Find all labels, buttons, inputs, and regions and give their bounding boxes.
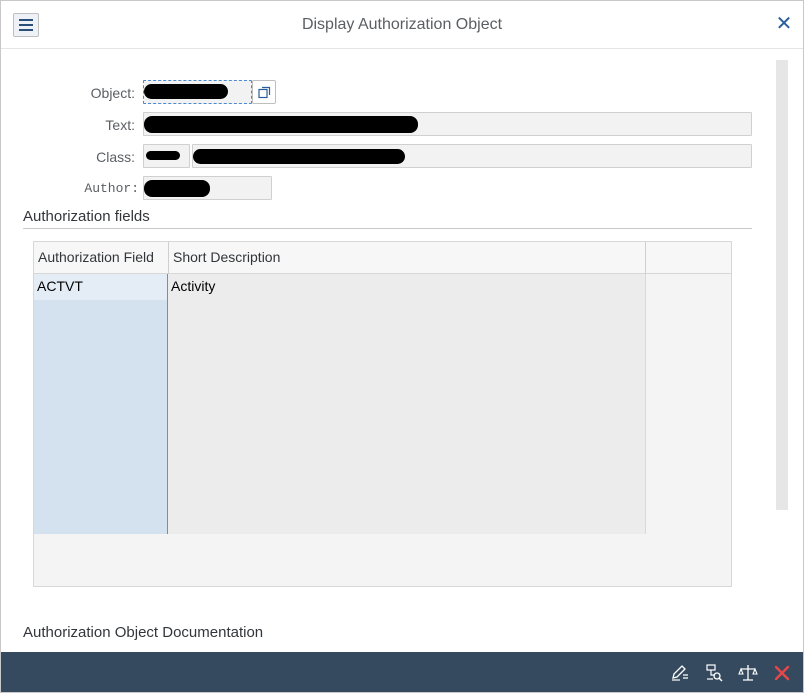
column-header-authorization-field[interactable]: Authorization Field: [34, 242, 169, 274]
author-field[interactable]: [143, 176, 272, 200]
table-header: Authorization Field Short Description: [34, 242, 731, 274]
author-label: Author:: [84, 181, 139, 196]
table-row[interactable]: [34, 482, 646, 508]
cell-short-description[interactable]: [168, 456, 646, 482]
authorization-object-dialog: Display Authorization Object ✕ Object: T…: [0, 0, 804, 693]
where-used-icon: [706, 664, 723, 682]
open-object-button[interactable]: [252, 80, 276, 104]
text-field[interactable]: [143, 112, 752, 136]
table-row[interactable]: [34, 326, 646, 352]
text-label: Text:: [105, 117, 135, 133]
class-text-field[interactable]: [192, 144, 752, 168]
cell-short-description[interactable]: [168, 508, 646, 534]
cell-authorization-field[interactable]: [34, 378, 168, 404]
table-row[interactable]: [34, 300, 646, 326]
cell-authorization-field[interactable]: [34, 300, 168, 326]
where-used-button[interactable]: [703, 662, 725, 684]
cell-short-description[interactable]: [168, 326, 646, 352]
table-row[interactable]: [34, 508, 646, 534]
dialog-content: Object: Text: Class: Author: Authorizati…: [1, 50, 773, 650]
cell-authorization-field[interactable]: [34, 508, 168, 534]
section-divider: [23, 228, 752, 229]
object-field[interactable]: [143, 80, 252, 104]
cell-short-description[interactable]: [168, 300, 646, 326]
column-header-short-description[interactable]: Short Description: [169, 242, 646, 274]
cell-authorization-field[interactable]: [34, 430, 168, 456]
compare-button[interactable]: [737, 662, 759, 684]
cell-authorization-field[interactable]: ACTVT: [34, 274, 168, 300]
cancel-button[interactable]: [771, 662, 793, 684]
vertical-scrollbar[interactable]: [776, 60, 788, 510]
authorization-fields-title: Authorization fields: [23, 208, 150, 225]
copy-icon: [258, 86, 271, 99]
cell-short-description[interactable]: [168, 482, 646, 508]
cell-short-description[interactable]: [168, 430, 646, 456]
redacted-class-text: [193, 149, 405, 164]
edit-icon: [672, 665, 688, 681]
compare-icon: [738, 665, 758, 681]
object-label: Object:: [90, 85, 135, 101]
cell-authorization-field[interactable]: [34, 352, 168, 378]
cell-authorization-field[interactable]: [34, 404, 168, 430]
cell-authorization-field[interactable]: [34, 482, 168, 508]
table-row[interactable]: [34, 456, 646, 482]
dialog-title: Display Authorization Object: [301, 16, 503, 33]
documentation-title: Authorization Object Documentation: [23, 624, 264, 641]
close-button[interactable]: ✕: [775, 13, 793, 35]
cell-authorization-field[interactable]: [34, 326, 168, 352]
close-icon: ✕: [775, 13, 793, 35]
table-row[interactable]: [34, 378, 646, 404]
cell-authorization-field[interactable]: [34, 456, 168, 482]
dialog-footer-toolbar: [1, 652, 803, 692]
cell-short-description[interactable]: Activity: [168, 274, 646, 300]
dialog-titlebar: Display Authorization Object ✕: [1, 1, 803, 49]
redacted-object-value: [144, 84, 228, 99]
redacted-class-code: [146, 151, 180, 160]
table-row[interactable]: [34, 352, 646, 378]
cell-short-description[interactable]: [168, 404, 646, 430]
redacted-text-value: [144, 116, 418, 133]
cell-short-description[interactable]: [168, 352, 646, 378]
table-row[interactable]: [34, 404, 646, 430]
cell-short-description[interactable]: [168, 378, 646, 404]
redacted-author-value: [144, 180, 210, 197]
cancel-icon: [774, 665, 790, 681]
table-row[interactable]: ACTVT Activity: [34, 274, 646, 300]
edit-button[interactable]: [669, 662, 691, 684]
class-code-field[interactable]: [143, 144, 190, 168]
authorization-fields-table: Authorization Field Short Description AC…: [33, 241, 732, 587]
table-row[interactable]: [34, 430, 646, 456]
class-label: Class:: [96, 149, 135, 165]
